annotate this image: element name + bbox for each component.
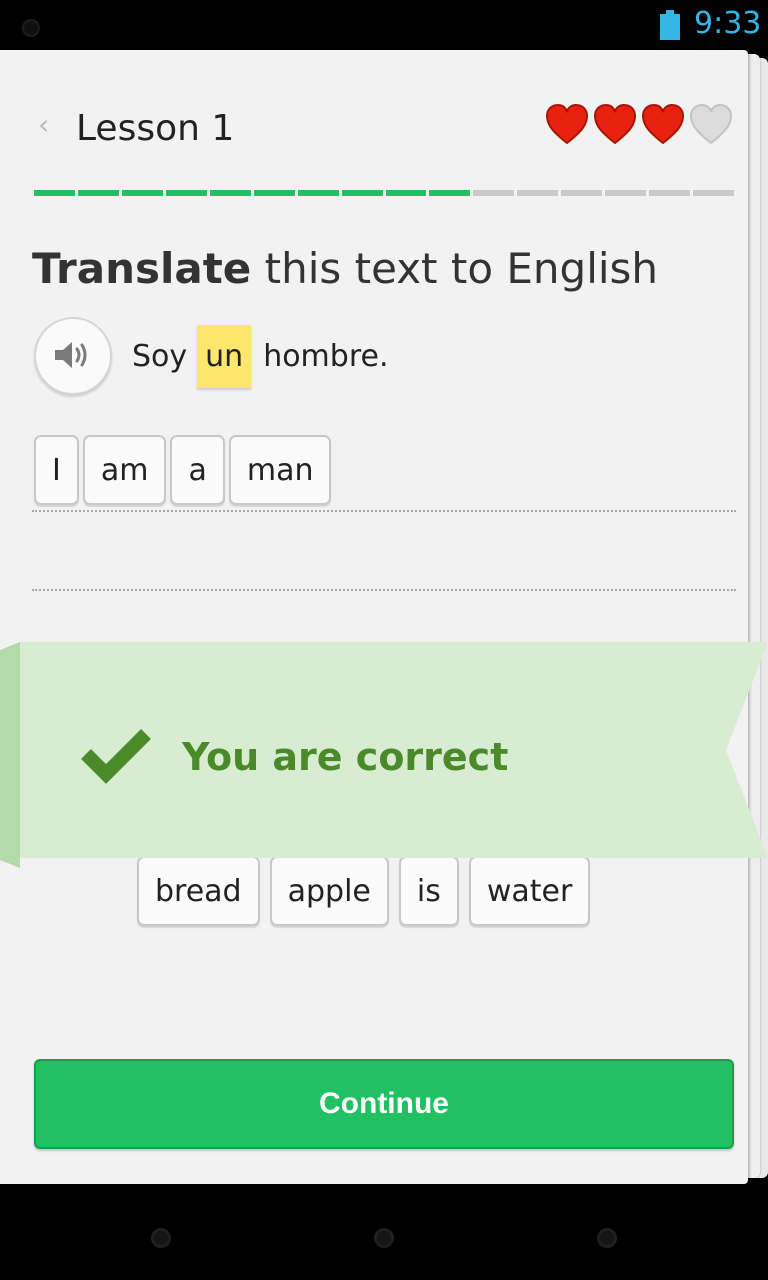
progress-segment: [297, 190, 339, 196]
navigation-bar: [0, 1184, 768, 1280]
progress-segment: [341, 190, 383, 196]
progress-segment: [253, 190, 295, 196]
progress-segment: [385, 190, 427, 196]
lesson-progress-bar: [34, 190, 734, 196]
answer-tile[interactable]: am: [82, 435, 167, 505]
sentence-word[interactable]: hombre.: [263, 339, 388, 374]
feedback-ribbon-fold: [0, 642, 20, 868]
battery-icon: [660, 10, 680, 40]
nav-home-icon[interactable]: [374, 1228, 394, 1248]
lesson-card: [0, 50, 748, 1184]
progress-segment: [165, 190, 207, 196]
nav-recents-icon[interactable]: [597, 1228, 617, 1248]
answer-line: [32, 589, 736, 591]
progress-segment: [517, 190, 559, 196]
checkmark-icon: [81, 729, 151, 784]
heart-full-icon: [593, 103, 637, 145]
answer-area: I am a man: [34, 435, 332, 505]
sentence-word[interactable]: Soy: [132, 339, 187, 374]
word-bank-tile[interactable]: bread: [137, 856, 260, 926]
hearts-lives: [545, 103, 733, 147]
progress-segment: [77, 190, 119, 196]
progress-segment: [561, 190, 603, 196]
answer-line: [32, 510, 736, 512]
word-bank-tile[interactable]: is: [398, 856, 459, 926]
nav-back-icon[interactable]: [151, 1228, 171, 1248]
prompt-rest: this text to English: [251, 244, 659, 293]
answer-tile[interactable]: a: [170, 435, 225, 505]
status-bar: 9:33: [0, 0, 768, 50]
answer-tile[interactable]: man: [228, 435, 332, 505]
feedback-message: You are correct: [182, 735, 509, 779]
answer-tile[interactable]: I: [34, 435, 79, 505]
camera-icon: [22, 19, 40, 37]
highlighted-word[interactable]: un: [197, 324, 252, 388]
prompt-verb: Translate: [32, 244, 252, 293]
exercise-prompt: Translate this text to English: [32, 244, 658, 293]
progress-segment: [34, 190, 75, 196]
heart-full-icon: [641, 103, 685, 145]
play-audio-button[interactable]: [34, 317, 112, 395]
status-clock: 9:33: [694, 6, 762, 41]
progress-segment: [605, 190, 647, 196]
speaker-icon: [55, 342, 87, 368]
progress-segment: [429, 190, 471, 196]
heart-full-icon: [545, 103, 589, 145]
source-sentence: Soy un hombre.: [132, 320, 399, 392]
back-chevron-icon[interactable]: ‹: [38, 108, 49, 141]
continue-button[interactable]: Continue: [34, 1059, 734, 1149]
word-bank-tile[interactable]: apple: [269, 856, 389, 926]
progress-segment: [121, 190, 163, 196]
progress-segment: [649, 190, 691, 196]
progress-segment: [693, 190, 734, 196]
word-bank-tile[interactable]: water: [468, 856, 591, 926]
progress-segment: [473, 190, 515, 196]
lesson-title: Lesson 1: [76, 108, 235, 149]
word-bank: bread apple is water: [137, 856, 591, 926]
progress-segment: [209, 190, 251, 196]
heart-empty-icon: [689, 103, 733, 145]
